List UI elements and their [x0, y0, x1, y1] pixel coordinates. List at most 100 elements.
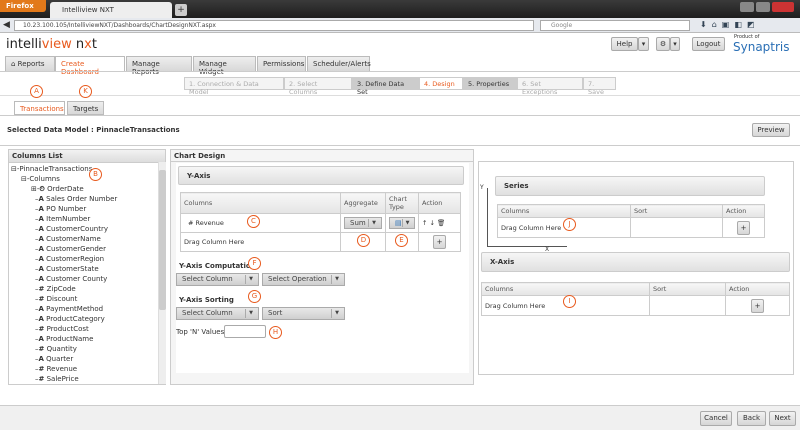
tree-item-column[interactable]: –A CustomerGender — [35, 245, 106, 253]
tree-item-column[interactable]: –A Sales Order Number — [35, 195, 117, 203]
url-input[interactable]: 10.23.100.105/IntelliviewNXT/Dashboards/… — [14, 20, 534, 31]
text-icon: A — [38, 335, 44, 343]
minimize-button[interactable] — [740, 2, 754, 12]
selected-data-model: Selected Data Model : PinnacleTransactio… — [7, 126, 180, 134]
tree-item-column[interactable]: –# Discount — [35, 295, 77, 303]
help-button[interactable]: Help — [611, 37, 638, 51]
tab-manage-reports[interactable]: Manage Reports — [126, 56, 192, 76]
computation-operation-select[interactable]: Select Operation ▼ — [262, 273, 345, 286]
back-arrow-icon[interactable]: ◀ — [3, 20, 10, 30]
footer-bar — [0, 405, 800, 430]
close-window-button[interactable] — [772, 2, 794, 12]
text-icon: A — [38, 315, 44, 323]
column-name: Sales Order Number — [46, 195, 118, 203]
divider — [0, 95, 800, 96]
tree-item-column[interactable]: ⊞-⏲ OrderDate — [31, 185, 84, 194]
step-set-exceptions[interactable]: 6. Set Exceptions — [517, 77, 583, 96]
text-icon: A — [38, 275, 44, 283]
tree-item-column[interactable]: –# Quantity — [35, 345, 77, 353]
add-series-button[interactable]: + — [737, 220, 750, 235]
top-n-input[interactable] — [224, 325, 266, 338]
text-icon: A — [38, 195, 44, 203]
search-input[interactable]: Google — [540, 20, 690, 31]
tab-scheduler-alerts[interactable]: Scheduler/Alerts — [307, 56, 371, 71]
toolbar-icons[interactable]: ⬇⌂▣◧◩ — [700, 20, 759, 29]
chart-type-select[interactable]: ▤ ▼ — [389, 217, 415, 229]
preview-button[interactable]: Preview — [752, 123, 790, 137]
tree-item-column[interactable]: –A ProductName — [35, 335, 93, 343]
aggregate-select[interactable]: Sum ▼ — [344, 217, 382, 229]
add-row-button[interactable]: + — [433, 235, 446, 249]
text-icon: A — [38, 215, 44, 223]
maximize-button[interactable] — [756, 2, 770, 12]
tree-item-column[interactable]: –A PO Number — [35, 205, 86, 213]
column-name: ProductName — [46, 335, 94, 343]
tree-item-column[interactable]: –A CustomerCountry — [35, 225, 108, 233]
step-save[interactable]: 7. Save — [583, 77, 616, 96]
y-axis-sorting-label: Y-Axis Sorting — [179, 296, 234, 304]
col-header-sort: Sort — [630, 204, 723, 218]
step-connection[interactable]: 1. Connection & Data Model — [184, 77, 284, 96]
logout-button[interactable]: Logout — [692, 37, 725, 51]
x-axis-arrow — [487, 246, 567, 247]
settings-dropdown[interactable]: ▾ — [670, 37, 680, 51]
y-column-revenue[interactable]: # Revenue — [180, 213, 341, 233]
row-actions[interactable]: ↑ ↓ 🗑 — [418, 213, 461, 233]
tree-folder-columns[interactable]: ⊟-Columns — [21, 175, 60, 183]
tab-reports[interactable]: ⌂ Reports — [5, 56, 55, 71]
subtab-transactions[interactable]: Transactions — [14, 101, 65, 115]
help-dropdown[interactable]: ▾ — [638, 37, 649, 51]
y-axis-header: Y-Axis — [178, 166, 464, 185]
drag-column-target[interactable]: Drag Column Here — [180, 232, 341, 252]
tree-item-column[interactable]: –A CustomerName — [35, 235, 101, 243]
numeric-icon: # — [38, 365, 45, 373]
callout-j: J — [563, 218, 576, 231]
divider — [0, 145, 800, 146]
tab-manage-widget[interactable]: Manage Widget — [193, 56, 256, 76]
back-button[interactable]: Back — [737, 411, 766, 426]
sorting-column-select[interactable]: Select Column ▼ — [176, 307, 259, 320]
step-properties[interactable]: 5. Properties — [463, 77, 517, 90]
add-x-axis-button[interactable]: + — [751, 298, 764, 313]
tree-item-column[interactable]: –A Quarter — [35, 355, 73, 363]
tree-item-column[interactable]: –A CustomerRegion — [35, 255, 104, 263]
sorting-order-select[interactable]: Sort ▼ — [262, 307, 345, 320]
tree-item-column[interactable]: –# ProductCost — [35, 325, 89, 333]
tree-root[interactable]: ⊟-PinnacleTransactions — [11, 165, 92, 173]
firefox-menu-button[interactable]: Firefox — [0, 0, 46, 12]
tree-item-column[interactable]: –A ItemNumber — [35, 215, 90, 223]
divider — [170, 161, 474, 162]
column-name: Discount — [46, 295, 78, 303]
tree-item-column[interactable]: –# ZipCode — [35, 285, 76, 293]
tree-item-column[interactable]: –A Customer County — [35, 275, 107, 283]
settings-button[interactable]: ⚙ — [656, 37, 670, 51]
numeric-icon: # — [38, 375, 45, 383]
tree-item-column[interactable]: –# Revenue — [35, 365, 77, 373]
step-define-data-set[interactable]: 3. Define Data Set — [352, 77, 419, 96]
y-axis-letter: Y — [480, 184, 484, 191]
step-select-columns[interactable]: 2. Select Columns — [284, 77, 352, 96]
column-name: ZipCode — [46, 285, 76, 293]
new-tab-button[interactable]: + — [175, 4, 187, 16]
browser-tab[interactable]: Intelliview NXT — [50, 2, 172, 18]
tree-item-column[interactable]: –# SalePrice — [35, 375, 79, 383]
next-button[interactable]: Next — [769, 411, 796, 426]
numeric-icon: # — [38, 285, 45, 293]
callout-d: D — [357, 234, 370, 247]
tree-item-column[interactable]: –A CustomerState — [35, 265, 99, 273]
callout-k: K — [79, 85, 92, 98]
column-name: PaymentMethod — [46, 305, 104, 313]
tree-item-column[interactable]: –A ProductCategory — [35, 315, 105, 323]
scrollbar[interactable] — [158, 162, 166, 384]
tab-create-dashboard[interactable]: Create Dashboard — [55, 56, 125, 76]
subtab-targets[interactable]: Targets — [67, 101, 104, 115]
cancel-button[interactable]: Cancel — [700, 411, 732, 426]
computation-column-select[interactable]: Select Column ▼ — [176, 273, 259, 286]
text-icon: A — [38, 205, 44, 213]
x-axis-table: Columns Sort Action Drag Column Here + — [481, 282, 790, 316]
tab-permissions[interactable]: Permissions — [257, 56, 306, 71]
step-design[interactable]: 4. Design — [419, 77, 463, 90]
top-n-label: Top 'N' Values — [176, 328, 225, 336]
tree-item-column[interactable]: –A PaymentMethod — [35, 305, 103, 313]
nav-divider — [0, 71, 800, 72]
